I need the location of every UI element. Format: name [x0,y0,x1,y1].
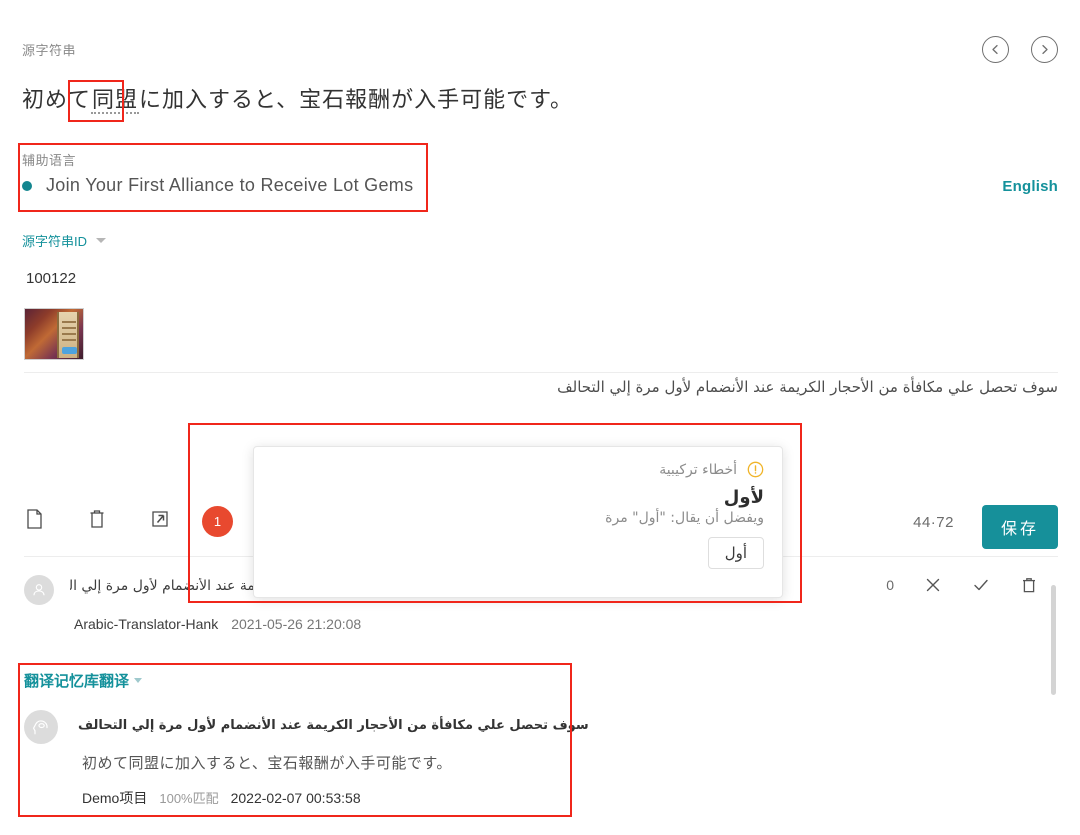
vote-count: 0 [886,577,894,593]
glossary-term-highlight[interactable]: 同盟 [91,87,140,114]
tooltip-header: أخطاء تركيبية [272,461,764,478]
auxiliary-language-text: Join Your First Alliance to Receive Lot … [46,175,414,195]
user-avatar-icon [33,584,45,596]
source-text-part-2: に加入すると、宝石報酬が入手可能です。 [139,87,573,112]
machine-translation-head-icon [33,720,48,735]
trash-icon[interactable] [1020,576,1038,594]
translation-memory-header[interactable]: 翻译记忆库翻译 [24,670,143,691]
copy-icon[interactable] [24,508,44,530]
language-tag[interactable]: English [1002,178,1058,195]
source-string-label: 源字符串 [22,43,77,58]
thumbnail-button [62,347,77,354]
comment-timestamp: 2021-05-26 21:20:08 [231,616,362,632]
avatar [24,575,54,605]
tooltip-replacement-chip[interactable]: أول [707,537,764,569]
translation-memory-arabic: سوف تحصل علي مكافأة من الأحجار الكريمة ع… [78,718,589,733]
translation-memory-date: 2022-02-07 00:53:58 [230,790,361,806]
expand-arrow-icon[interactable] [150,508,170,530]
translation-memory-match: 100%匹配 [159,791,219,806]
translation-editor-page: 源字符串 初めて同盟に加入すると、宝石報酬が入手可能です。 辅助语言 Join … [0,0,1080,835]
context-screenshot-thumbnail[interactable] [24,308,84,360]
source-string-id-dropdown[interactable]: 源字符串ID [22,231,107,250]
thumbnail-line [62,321,76,323]
chevron-left-icon [992,44,998,55]
source-string-id-label: 源字符串ID [22,234,88,249]
chevron-down-icon [134,678,143,683]
warning-circle-icon [747,461,764,478]
thumbnail-line [62,333,76,335]
chevron-right-icon [1042,44,1048,55]
next-string-button[interactable] [1031,36,1058,63]
editor-toolbar [24,508,170,530]
auxiliary-language-row[interactable]: Join Your First Alliance to Receive Lot … [22,175,413,196]
thumbnail-line [62,327,76,329]
grammar-error-tooltip: أخطاء تركيبية لأول ويفضل أن يقال: "أول" … [253,446,783,598]
tooltip-heading: أخطاء تركيبية [659,461,737,478]
save-button[interactable]: 保存 [981,505,1058,549]
comment-author: Arabic-Translator-Hank [74,616,219,632]
machine-translation-avatar [24,710,58,744]
navigation-buttons [982,36,1058,63]
status-dot-icon [22,180,32,191]
x-icon[interactable] [924,576,942,594]
arabic-source-text: سوف تحصل علي مكافأة من الأحجار الكريمة ع… [557,378,1058,396]
character-count: 44·72 [913,514,954,531]
source-string-id-value: 100122 [26,270,77,287]
comment-actions: 0 [886,576,1038,594]
translation-memory-project: Demo项目 [82,790,148,806]
tooltip-suggestion: ويفضل أن يقال: "أول" مرة [605,510,764,526]
source-string-text: 初めて同盟に加入すると、宝石報酬が入手可能です。 [22,82,573,114]
translation-memory-meta: Demo项目 100%匹配 2022-02-07 00:53:58 [82,788,361,808]
comment-meta: Arabic-Translator-Hank 2021-05-26 21:20:… [74,616,361,632]
translation-memory-japanese: 初めて同盟に加入すると、宝石報酬が入手可能です。 [82,755,452,772]
trash-icon[interactable] [87,508,107,530]
translation-memory-title: 翻译记忆库翻译 [24,673,130,690]
tooltip-term: لأول [723,487,764,508]
divider [24,372,1058,373]
thumbnail-line [62,339,76,341]
previous-string-button[interactable] [982,36,1009,63]
chevron-down-icon [96,238,107,243]
source-text-part-1: 初めて [22,87,92,112]
auxiliary-language-label: 辅助语言 [22,153,77,168]
error-count-badge[interactable]: 1 [202,506,233,537]
check-icon[interactable] [972,576,990,594]
scrollbar-thumb[interactable] [1051,585,1056,695]
